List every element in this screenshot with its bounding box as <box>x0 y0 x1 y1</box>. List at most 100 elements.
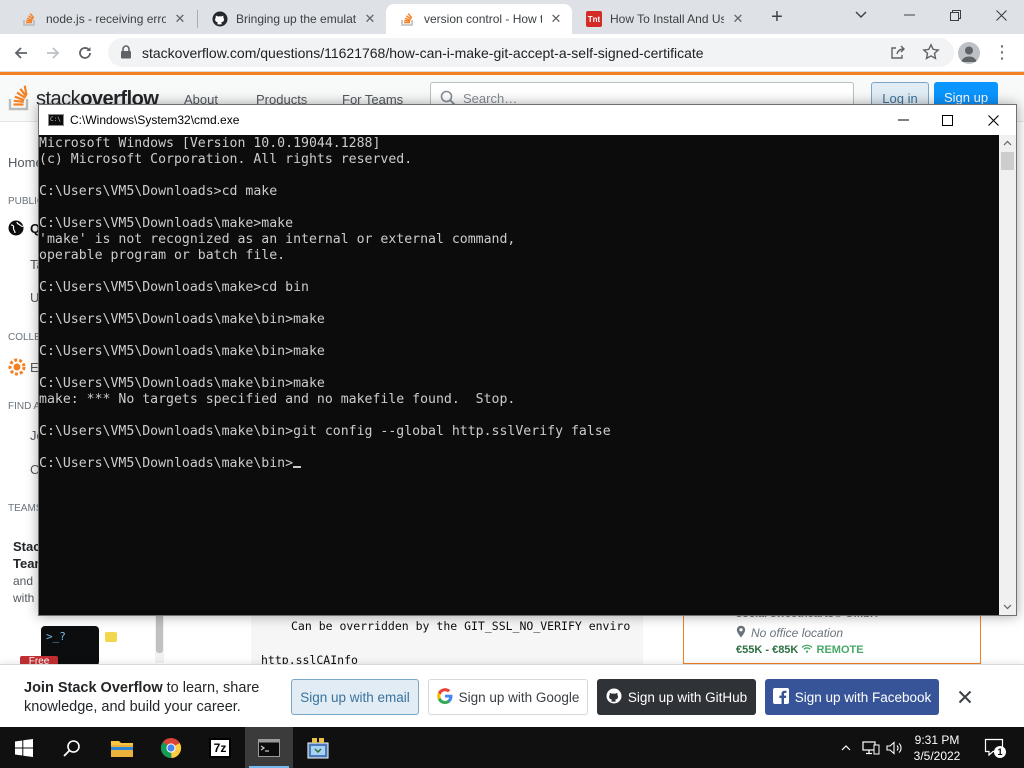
console-output[interactable]: Microsoft Windows [Version 10.0.19044.12… <box>39 135 999 615</box>
stackoverflow-logo-icon <box>8 83 32 116</box>
teams-promo-illustration: >_? Free <box>20 622 132 668</box>
github-icon <box>606 688 628 707</box>
7zip-label: 7z <box>209 737 231 758</box>
console-line: C:\Users\VM5\Downloads\make\bin>git conf… <box>39 424 611 439</box>
job-location: No office location <box>736 625 843 641</box>
notification-count: 1 <box>994 746 1006 758</box>
console-text: Microsoft Windows [Version 10.0.19044.12… <box>39 136 611 472</box>
facebook-icon <box>772 687 795 707</box>
cmd-icon[interactable] <box>245 727 293 768</box>
teams-promo-text-2: with <box>13 591 35 605</box>
clock-date: 3/5/2022 <box>913 749 961 763</box>
console-line: C:\Users\VM5\Downloads\make>cd bin <box>39 280 309 295</box>
taskbar: 7z 9:31 PM 3/5/2022 1 <box>0 727 1024 768</box>
show-hidden-icons-chevron-icon[interactable] <box>838 727 854 768</box>
github-icon <box>212 11 228 27</box>
app-icon[interactable] <box>294 727 342 768</box>
signup-facebook-button[interactable]: Sign up with Facebook <box>765 679 939 715</box>
console-line: 'make' is not recognized as an internal … <box>39 232 516 247</box>
close-tab-icon[interactable]: ✕ <box>548 11 564 27</box>
job-remote-badge: REMOTE <box>801 644 864 656</box>
system-clock[interactable]: 9:31 PM 3/5/2022 <box>902 732 972 764</box>
notification-icon[interactable]: 1 <box>984 737 1006 758</box>
cmd-title-bar[interactable]: C:\ C:\Windows\System32\cmd.exe <box>39 105 1016 135</box>
scrollbar-thumb[interactable] <box>1001 152 1014 170</box>
chrome-icon[interactable] <box>147 727 195 768</box>
start-icon[interactable] <box>0 727 48 768</box>
screen: node.js - receiving erro ✕ Bringing up t… <box>0 0 1024 768</box>
7zip-icon[interactable]: 7z <box>196 727 244 768</box>
join-banner-text: Join Stack Overflow to learn, share know… <box>24 680 260 715</box>
search-icon[interactable] <box>48 727 96 768</box>
signup-email-button[interactable]: Sign up with email <box>291 679 419 715</box>
close-window-icon[interactable] <box>978 0 1024 30</box>
console-scrollbar[interactable] <box>999 135 1016 615</box>
address-bar[interactable]: stackoverflow.com/questions/11621768/how… <box>108 38 954 67</box>
job-location-text: No office location <box>751 626 844 640</box>
close-tab-icon[interactable]: ✕ <box>730 11 746 27</box>
tab-node-js[interactable]: node.js - receiving erro ✕ <box>8 4 196 34</box>
profile-avatar-icon[interactable] <box>958 42 980 64</box>
signup-google-button[interactable]: Sign up with Google <box>428 679 588 715</box>
teams-promo-title-1: Stac <box>13 539 41 554</box>
console-line: (c) Microsoft Corporation. All rights re… <box>39 152 413 167</box>
tab-title: version control - How t <box>424 12 542 26</box>
minimize-icon[interactable] <box>886 0 932 30</box>
location-pin-icon <box>736 625 746 641</box>
forward-icon[interactable] <box>40 40 66 66</box>
tab-title: node.js - receiving erro <box>46 12 166 26</box>
tab-github[interactable]: Bringing up the emulat ✕ <box>198 4 386 34</box>
close-tab-icon[interactable]: ✕ <box>362 11 378 27</box>
job-remote-text: REMOTE <box>816 644 864 656</box>
text-cursor <box>293 466 302 468</box>
console-line: C:\Users\VM5\Downloads>cd make <box>39 184 278 199</box>
job-salary: €55K - €85K REMOTE <box>736 644 864 656</box>
reload-icon[interactable] <box>72 40 98 66</box>
browser-menu-icon[interactable]: ⋮ <box>992 42 1012 64</box>
console-line: C:\Users\VM5\Downloads\make\bin> <box>39 456 294 471</box>
close-tab-icon[interactable]: ✕ <box>172 11 188 27</box>
collectives-icon <box>8 358 26 381</box>
teams-promo-text-1: and <box>13 574 34 588</box>
clock-time: 9:31 PM <box>914 733 960 747</box>
sidebar-find-heading: FIND A <box>8 401 41 412</box>
tab-install[interactable]: Tnt How To Install And Use ✕ <box>572 4 754 34</box>
close-banner-icon[interactable] <box>955 687 975 707</box>
tab-search-icon[interactable] <box>838 0 884 30</box>
network-icon[interactable] <box>861 727 881 768</box>
file-explorer-icon[interactable] <box>98 727 146 768</box>
console-line: C:\Users\VM5\Downloads\make\bin>make <box>39 376 325 391</box>
cmd-window[interactable]: C:\ C:\Windows\System32\cmd.exe Microsof… <box>38 104 1017 616</box>
restore-icon[interactable] <box>932 0 978 30</box>
tnt-icon: Tnt <box>586 11 602 27</box>
bookmark-star-icon[interactable] <box>922 43 940 66</box>
cmd-window-title: C:\Windows\System32\cmd.exe <box>70 113 240 127</box>
share-icon[interactable] <box>890 44 906 65</box>
url-text[interactable]: stackoverflow.com/questions/11621768/how… <box>142 45 704 61</box>
console-line: make: *** No targets specified and no ma… <box>39 392 516 407</box>
new-tab-icon[interactable]: + <box>766 6 788 28</box>
cmd-app-icon: C:\ <box>48 114 64 126</box>
tab-version-control[interactable]: version control - How t ✕ <box>386 4 572 34</box>
scroll-up-arrow-icon[interactable] <box>999 135 1016 152</box>
google-icon <box>436 687 459 707</box>
browser-toolbar: stackoverflow.com/questions/11621768/how… <box>0 34 1024 72</box>
stackoverflow-icon <box>22 11 38 27</box>
console-line: C:\Users\VM5\Downloads\make>make <box>39 216 294 231</box>
scroll-down-arrow-icon[interactable] <box>999 598 1016 615</box>
job-salary-text: €55K - €85K <box>736 644 799 656</box>
maximize-icon[interactable] <box>924 105 970 135</box>
chat-bubble-icon <box>105 632 117 642</box>
close-icon[interactable] <box>970 105 1016 135</box>
globe-icon <box>8 220 24 241</box>
console-line: Microsoft Windows [Version 10.0.19044.12… <box>39 136 381 151</box>
minimize-icon[interactable] <box>880 105 926 135</box>
browser-tab-strip: node.js - receiving erro ✕ Bringing up t… <box>0 0 1024 34</box>
console-line: operable program or batch file. <box>39 248 286 263</box>
signup-github-button[interactable]: Sign up with GitHub <box>597 679 756 715</box>
lock-icon[interactable] <box>120 45 132 64</box>
sidebar-collectives-heading: COLLE <box>8 332 41 343</box>
back-icon[interactable] <box>8 40 34 66</box>
stackoverflow-icon <box>400 11 416 27</box>
console-line: C:\Users\VM5\Downloads\make\bin>make <box>39 312 325 327</box>
